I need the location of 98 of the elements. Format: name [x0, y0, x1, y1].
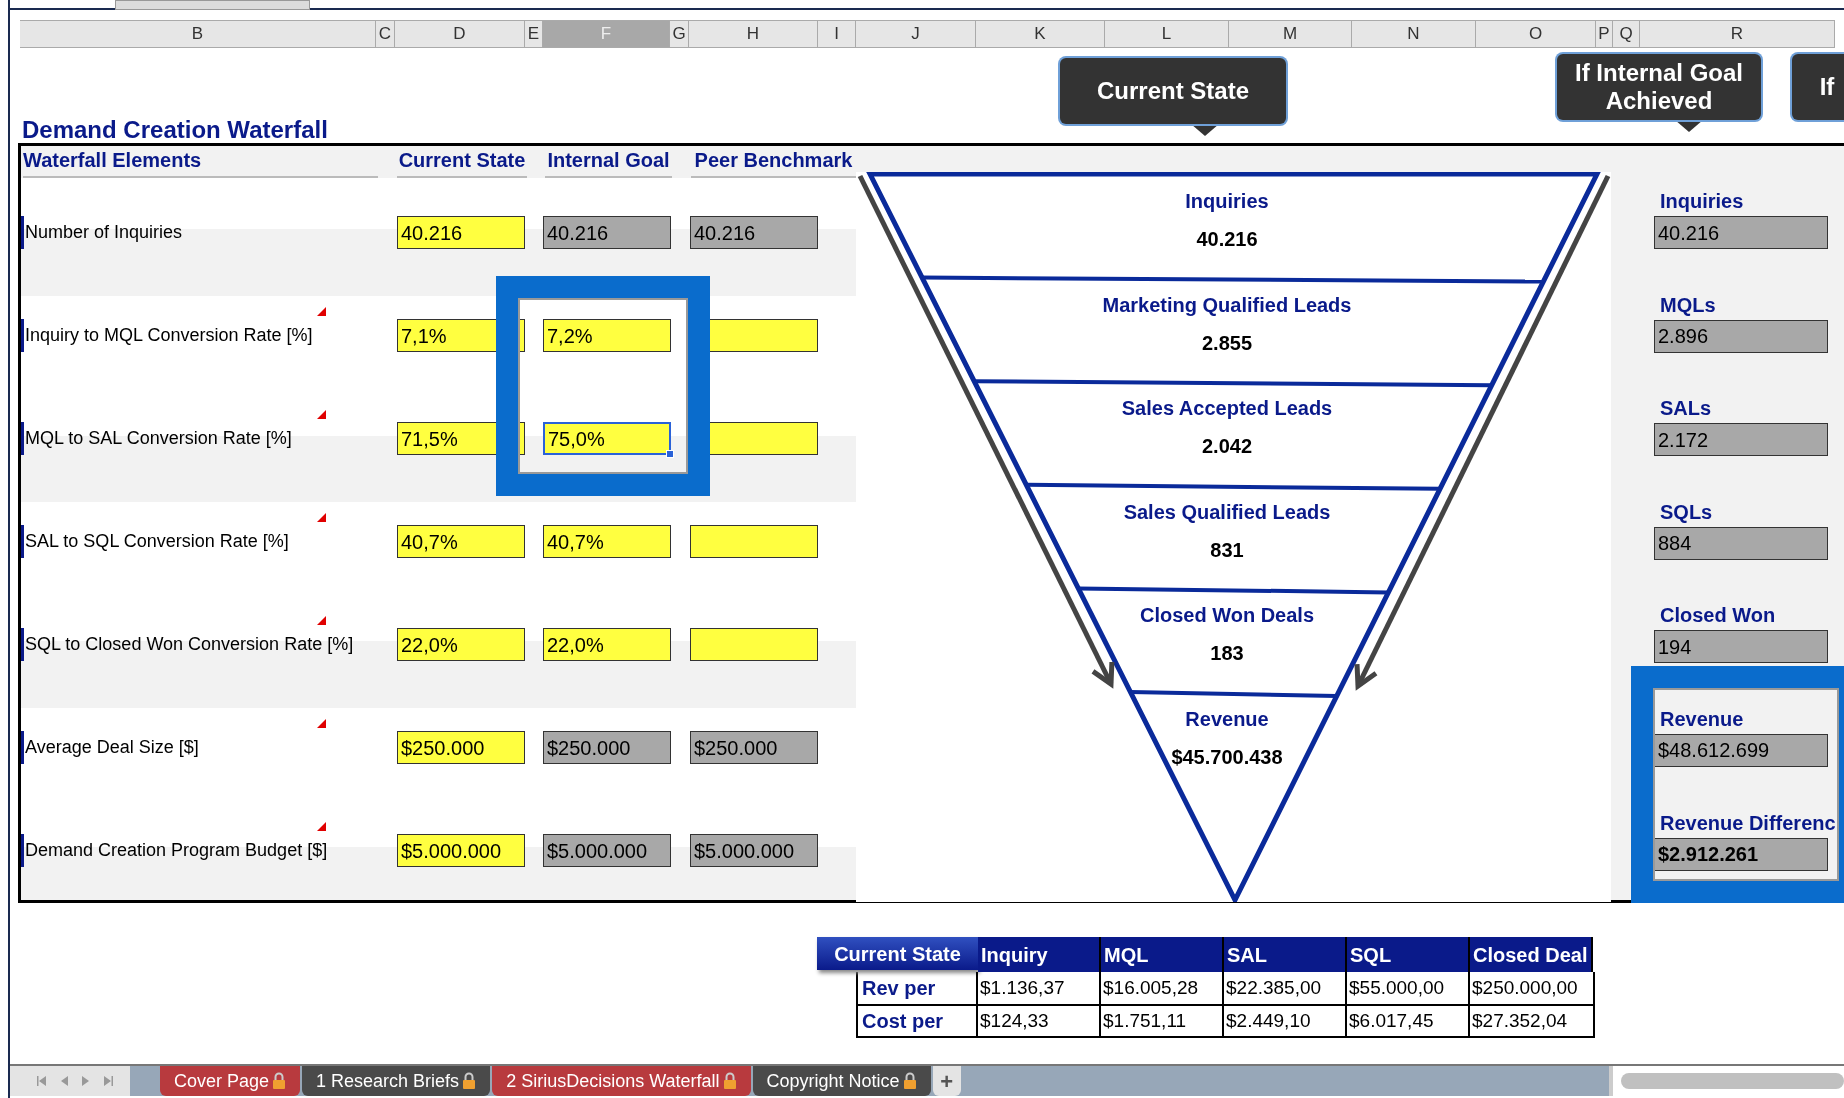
sheet-tab[interactable]: 1 Research Briefs: [302, 1066, 491, 1096]
input-cell[interactable]: [690, 628, 818, 661]
table-cell-text: $27.352,04: [1471, 1008, 1569, 1033]
result-value: 2.172: [1654, 423, 1828, 457]
table-cell: $16.005,28: [1101, 972, 1224, 1004]
table-cell: $2.449,10: [1224, 1006, 1347, 1036]
row-label: Inquiry to MQL Conversion Rate [%]: [25, 324, 313, 347]
sheet-tab[interactable]: Cover Page: [160, 1066, 301, 1096]
row-label: Demand Creation Program Budget [$]: [25, 839, 328, 862]
input-cell[interactable]: $250.000: [397, 731, 525, 764]
lock-icon: [462, 1072, 477, 1090]
column-heading: Inquiry: [978, 937, 1101, 972]
input-cell[interactable]: [690, 525, 818, 558]
input-cell[interactable]: 40.216: [690, 216, 818, 249]
row-label: Average Deal Size [$]: [25, 736, 199, 759]
scrollbar-thumb[interactable]: [1621, 1073, 1844, 1089]
callout-bubble: If: [1792, 54, 1844, 120]
table-cell: $124,33: [978, 1006, 1101, 1036]
result-value: 194: [1654, 630, 1828, 664]
result-label: Inquiries: [1659, 189, 1745, 214]
stage-value: 183: [1210, 641, 1244, 667]
stage-label: Closed Won Deals: [1139, 603, 1315, 629]
row-label: Rev per: [858, 972, 978, 1004]
stage-value: 2.855: [1201, 330, 1253, 356]
callout-bubble: If Internal Goal Achieved: [1557, 54, 1761, 120]
result-label: SALs: [1659, 396, 1713, 422]
stage-value: 2.042: [1201, 434, 1253, 460]
column-header[interactable]: N: [1352, 21, 1476, 47]
stage-label: Sales Qualified Leads: [1123, 499, 1331, 525]
stage-label: Marketing Qualified Leads: [1102, 292, 1352, 318]
stage-value: 40.216: [1196, 227, 1258, 252]
input-cell[interactable]: 22,0%: [397, 628, 525, 661]
input-cell[interactable]: $5.000.000: [690, 834, 818, 867]
input-cell[interactable]: $250.000: [543, 731, 671, 764]
input-cell[interactable]: 22,0%: [543, 628, 671, 661]
column-heading: SQL: [1347, 937, 1470, 972]
table-cell-text: $250.000,00: [1471, 975, 1579, 1000]
lock-icon: [902, 1072, 917, 1090]
result-label: Closed Won: [1659, 603, 1777, 629]
input-cell[interactable]: $5.000.000: [543, 834, 671, 867]
column-header[interactable]: J: [856, 21, 976, 47]
stage-label: Revenue: [1185, 707, 1269, 732]
column-header[interactable]: G: [670, 21, 689, 47]
result-value: $2.912.261: [1654, 837, 1828, 871]
column-header[interactable]: D: [395, 21, 525, 47]
row-label: Cost per: [858, 1006, 978, 1036]
row-label: Number of Inquiries: [25, 221, 183, 244]
column-header[interactable]: P: [1596, 21, 1613, 47]
corner-cell: Current State: [817, 937, 978, 970]
stage-label: Sales Accepted Leads: [1121, 396, 1333, 422]
input-cell[interactable]: $5.000.000: [397, 834, 525, 867]
row-label: SQL to Closed Won Conversion Rate [%]: [25, 633, 354, 656]
column-header[interactable]: B: [20, 21, 376, 47]
input-cell[interactable]: 7,2%: [543, 319, 671, 352]
stage-value: 831: [1210, 537, 1244, 563]
result-label: Revenue: [1659, 706, 1745, 732]
column-heading: Closed Deal: [1470, 937, 1593, 972]
result-label: Revenue Differenc: [1659, 810, 1837, 836]
table-cell: $1.136,37: [978, 972, 1101, 1004]
column-header[interactable]: O: [1476, 21, 1596, 47]
table-cell: $1.751,11: [1101, 1006, 1224, 1036]
row-label: MQL to SAL Conversion Rate [%]: [25, 427, 292, 450]
table-cell: $55.000,00: [1347, 972, 1470, 1004]
column-heading: MQL: [1101, 937, 1224, 972]
add-sheet-button[interactable]: +: [932, 1066, 961, 1096]
stage-label: Inquiries: [1185, 189, 1269, 214]
column-header[interactable]: C: [376, 21, 395, 47]
input-cell[interactable]: 40,7%: [397, 525, 525, 558]
table-cell: $22.385,00: [1224, 972, 1347, 1004]
column-header[interactable]: I: [818, 21, 856, 47]
sheet-title: Demand Creation Waterfall: [22, 116, 328, 143]
input-cell[interactable]: 40,7%: [543, 525, 671, 558]
callout-bubble: Current State: [1060, 58, 1286, 124]
result-label: SQLs: [1659, 499, 1714, 525]
column-header[interactable]: H: [689, 21, 818, 47]
column-heading: SAL: [1224, 937, 1347, 972]
lock-icon: [272, 1072, 287, 1090]
sheet-tab[interactable]: 2 SiriusDecisions Waterfall: [492, 1066, 751, 1096]
fill-handle[interactable]: [666, 450, 674, 458]
stage-value: $45.700.438: [1171, 745, 1283, 770]
result-value: $48.612.699: [1654, 733, 1828, 767]
result-value: 2.896: [1654, 319, 1828, 353]
table-cell: $6.017,45: [1347, 1006, 1470, 1036]
lock-icon: [722, 1072, 737, 1090]
column-header[interactable]: L: [1105, 21, 1229, 47]
column-header[interactable]: M: [1229, 21, 1352, 47]
result-value: 884: [1654, 526, 1828, 560]
input-cell[interactable]: 40.216: [397, 216, 525, 249]
column-header[interactable]: R: [1640, 21, 1835, 47]
result-label: MQLs: [1659, 292, 1717, 318]
row-label: SAL to SQL Conversion Rate [%]: [25, 530, 289, 553]
input-cell[interactable]: 75,0%: [543, 422, 671, 455]
sheet-tab[interactable]: Copyright Notice: [752, 1066, 931, 1096]
result-value: 40.216: [1654, 216, 1828, 249]
input-cell[interactable]: 40.216: [543, 216, 671, 249]
column-header[interactable]: Q: [1613, 21, 1640, 47]
column-header[interactable]: K: [976, 21, 1105, 47]
input-cell[interactable]: $250.000: [690, 731, 818, 764]
